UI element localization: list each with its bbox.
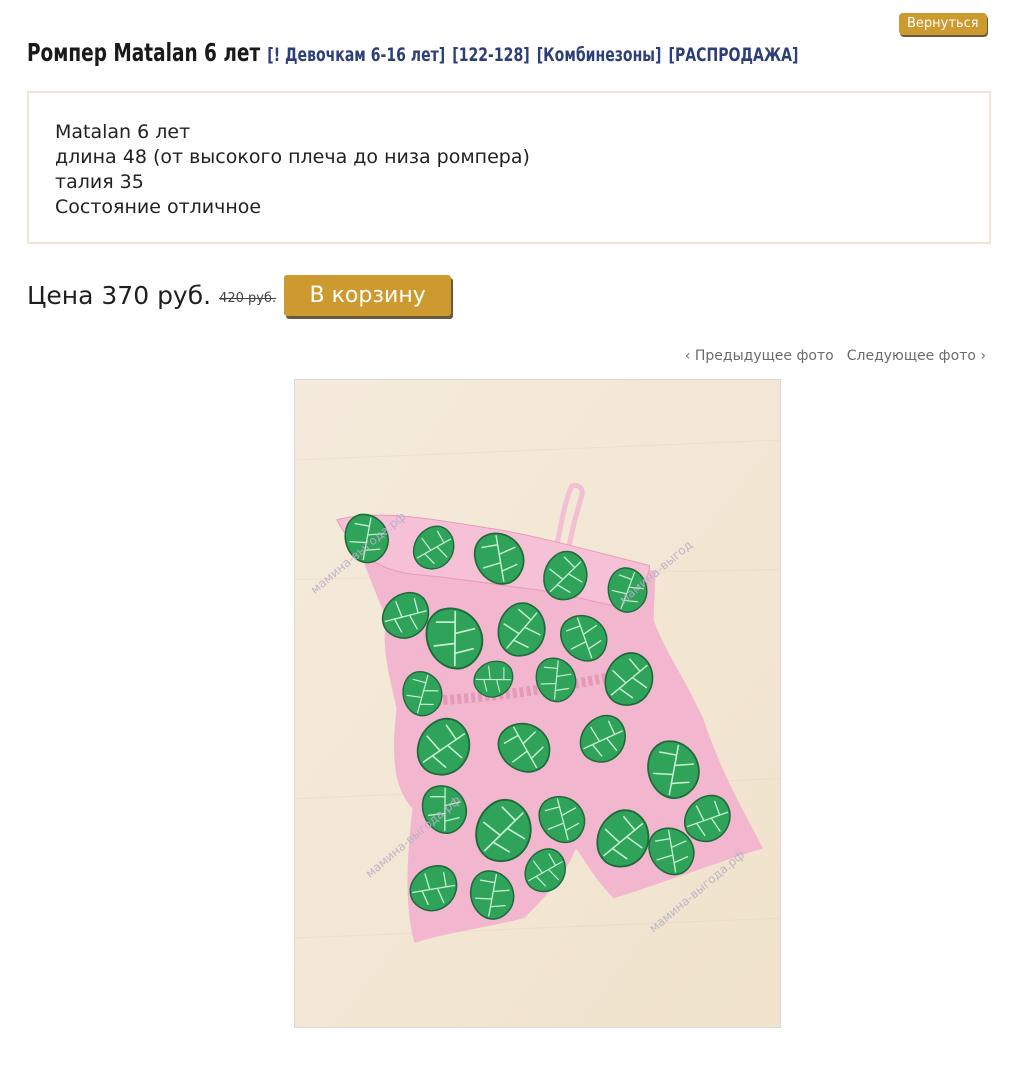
old-price: 420 руб. xyxy=(219,290,277,306)
category-link-jumpsuits[interactable]: [Комбинезоны] xyxy=(537,44,662,66)
price-label: Цена 370 руб. xyxy=(27,280,212,310)
previous-photo-link[interactable]: ‹ Предыдущее фото xyxy=(685,348,834,364)
add-to-cart-button[interactable]: В корзину xyxy=(284,274,452,316)
price-row: Цена 370 руб. 420 руб. В корзину xyxy=(27,274,452,316)
page-title: Ромпер Matalan 6 лет [! Девочкам 6-16 ле… xyxy=(27,38,798,67)
description-box: Matalan 6 лет длина 48 (от высокого плеч… xyxy=(27,91,991,244)
product-page: Вернуться Ромпер Matalan 6 лет [! Девочк… xyxy=(0,0,1016,1080)
product-name: Ромпер Matalan 6 лет xyxy=(27,38,261,67)
next-photo-link[interactable]: Следующее фото › xyxy=(847,348,986,364)
product-photo[interactable]: мамина-выгода.рф мамина-выгод мамина-выг… xyxy=(294,379,781,1028)
romper-illustration: мамина-выгода.рф мамина-выгод мамина-выг… xyxy=(295,380,780,1027)
category-link-girls[interactable]: [! Девочкам 6-16 лет] xyxy=(267,44,445,66)
photo-navigation: ‹ Предыдущее фото Следующее фото › xyxy=(685,348,986,364)
description-line: Состояние отличное xyxy=(55,196,262,218)
description-line: Matalan 6 лет xyxy=(55,121,191,143)
category-link-size[interactable]: [122-128] xyxy=(452,44,529,66)
category-link-sale[interactable]: [РАСПРОДАЖА] xyxy=(669,44,799,66)
back-button[interactable]: Вернуться xyxy=(899,13,987,35)
description-line: талия 35 xyxy=(55,171,144,193)
description-line: длина 48 (от высокого плеча до низа ромп… xyxy=(55,146,530,168)
